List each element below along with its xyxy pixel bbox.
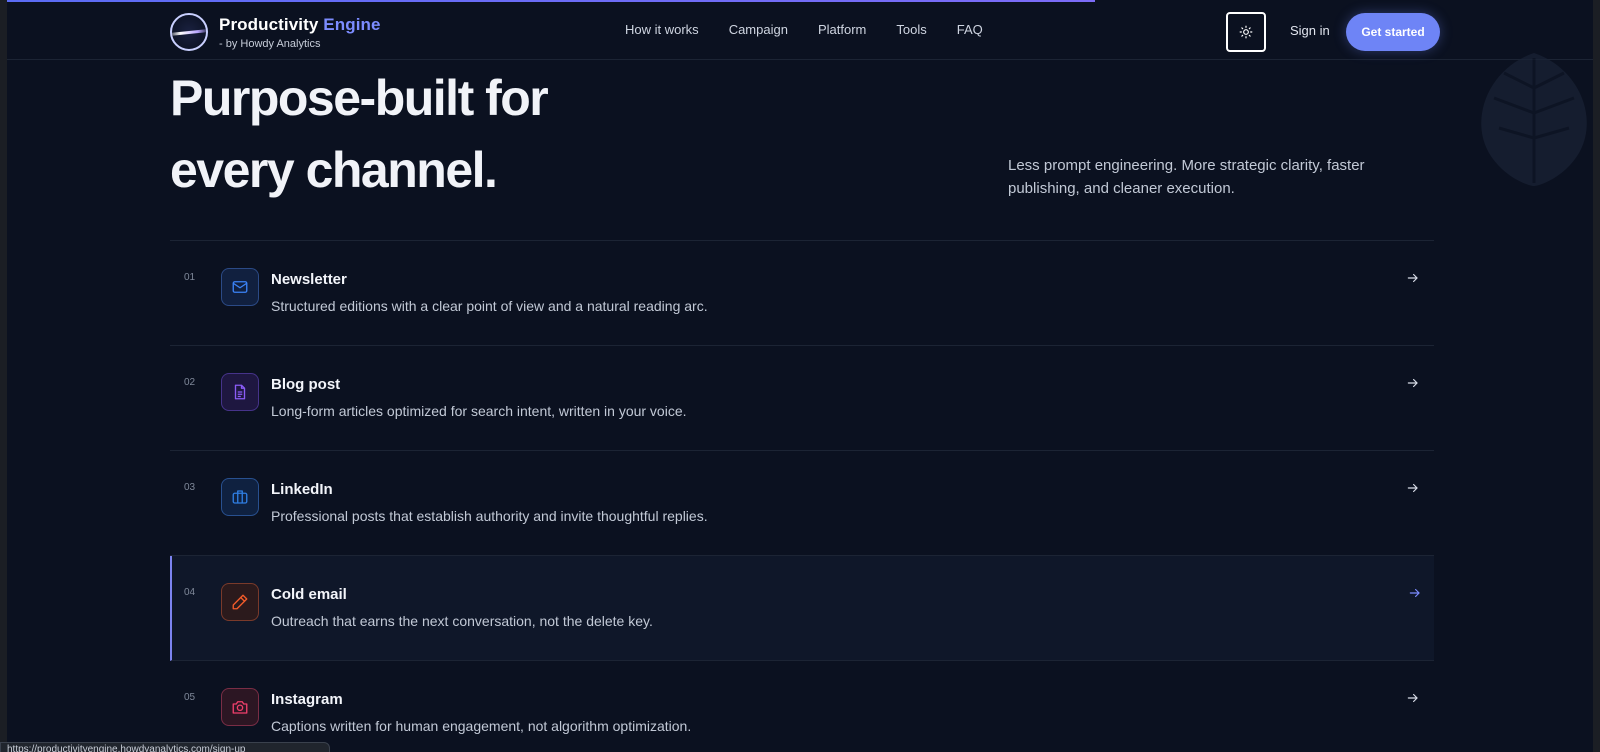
briefcase-icon [221, 478, 259, 516]
brand-accent: Engine [323, 14, 381, 34]
row-title: Instagram [271, 691, 343, 708]
row-title: Newsletter [271, 271, 347, 288]
hero-subtitle: Less prompt engineering. More strategic … [1008, 157, 1365, 197]
brand-logo-link[interactable]: Productivity Engine - by Howdy Analytics [170, 13, 381, 51]
main-nav: How it works Campaign Platform Tools FAQ [625, 22, 983, 37]
row-number: 01 [184, 272, 196, 283]
row-description: Professional posts that establish author… [271, 508, 708, 524]
logo-icon [170, 13, 208, 51]
leaf-decoration-icon [1481, 53, 1587, 186]
sun-icon [1239, 25, 1253, 39]
channel-row-blog-post[interactable]: 02 Blog post Long-form articles optimize… [170, 346, 1434, 451]
row-description: Captions written for human engagement, n… [271, 718, 692, 734]
page: Productivity Engine - by Howdy Analytics… [7, 0, 1593, 752]
arrow-right-icon [1409, 588, 1420, 598]
sign-in-link[interactable]: Sign in [1290, 23, 1330, 38]
row-title: Blog post [271, 376, 341, 393]
channel-row-instagram[interactable]: 05 Instagram Captions written for human … [170, 661, 1434, 752]
link-preview-statusbar: https://productivityengine.howdyanalytic… [0, 742, 330, 752]
nav-tools[interactable]: Tools [896, 22, 926, 37]
arrow-right-icon [1407, 273, 1418, 283]
row-title: Cold email [271, 586, 347, 603]
nav-platform[interactable]: Platform [818, 22, 866, 37]
hero-title-line2: every channel. [170, 142, 498, 198]
camera-icon [221, 688, 259, 726]
row-number: 04 [184, 587, 196, 598]
row-title: LinkedIn [271, 481, 333, 498]
channel-row-linkedin[interactable]: 03 LinkedIn Professional posts that esta… [170, 451, 1434, 556]
theme-toggle-button[interactable] [1226, 12, 1266, 52]
top-navbar: Productivity Engine - by Howdy Analytics… [7, 2, 1593, 60]
channel-row-newsletter[interactable]: 01 Newsletter Structured editions with a… [170, 241, 1434, 346]
row-description: Outreach that earns the next conversatio… [271, 613, 653, 629]
channel-list: 01 Newsletter Structured editions with a… [170, 240, 1434, 752]
document-icon [221, 373, 259, 411]
hero-title: Purpose-built for every channel. [170, 62, 730, 206]
hero-title-line1: Purpose-built for [170, 70, 549, 126]
pen-icon [221, 583, 259, 621]
arrow-right-icon [1407, 693, 1418, 703]
channel-row-cold-email[interactable]: 04 Cold email Outreach that earns the ne… [170, 556, 1434, 661]
row-number: 03 [184, 482, 196, 493]
arrow-right-icon [1407, 483, 1418, 493]
nav-how-it-works[interactable]: How it works [625, 22, 699, 37]
row-description: Structured editions with a clear point o… [271, 298, 708, 314]
arrow-right-icon [1407, 378, 1418, 388]
brand-name: Productivity Engine [219, 15, 381, 35]
nav-faq[interactable]: FAQ [957, 22, 983, 37]
nav-campaign[interactable]: Campaign [729, 22, 788, 37]
mail-icon [221, 268, 259, 306]
row-description: Long-form articles optimized for search … [271, 403, 687, 419]
row-number: 02 [184, 377, 196, 388]
row-number: 05 [184, 692, 196, 703]
brand-byline: - by Howdy Analytics [219, 37, 321, 50]
brand-main: Productivity [219, 14, 319, 34]
get-started-button[interactable]: Get started [1346, 13, 1440, 51]
